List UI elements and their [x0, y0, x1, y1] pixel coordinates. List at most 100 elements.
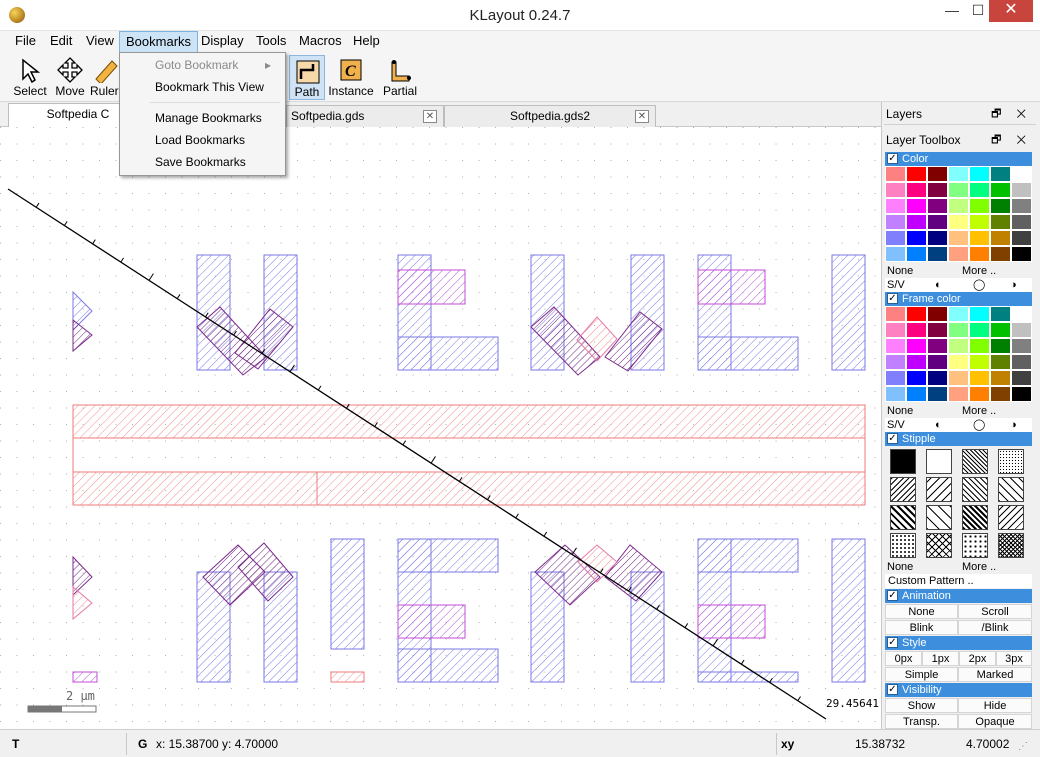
width-1px-button[interactable]: 1px [922, 651, 959, 666]
animation-scroll-button[interactable]: Scroll [958, 604, 1032, 619]
color-swatch[interactable] [948, 182, 969, 198]
stipple-dots[interactable] [998, 448, 1024, 474]
neutral-icon[interactable]: ◯ [973, 418, 985, 432]
section-checkbox[interactable]: ✓ [887, 684, 898, 695]
color-swatch[interactable] [1011, 166, 1032, 182]
save-bookmarks-item[interactable]: Save Bookmarks [155, 153, 246, 171]
color-swatch[interactable] [990, 322, 1011, 338]
color-none-button[interactable]: None [887, 264, 913, 278]
color-swatch[interactable] [1011, 182, 1032, 198]
stipple-grid-dots[interactable] [890, 532, 916, 558]
color-swatch[interactable] [1011, 306, 1032, 322]
color-swatch[interactable] [885, 338, 906, 354]
stipple-large-dots[interactable] [962, 532, 988, 558]
color-swatch[interactable] [990, 338, 1011, 354]
color-swatch[interactable] [927, 246, 948, 262]
section-checkbox[interactable]: ✓ [887, 590, 898, 601]
color-swatch[interactable] [927, 338, 948, 354]
layout-canvas[interactable]: 2 µm 29.45641 [0, 127, 881, 729]
stipple-palette[interactable] [885, 447, 1032, 559]
instance-tool-button[interactable]: C Instance [328, 55, 374, 100]
color-swatch[interactable] [1011, 338, 1032, 354]
menu-macros[interactable]: Macros [293, 31, 348, 53]
color-swatch[interactable] [990, 214, 1011, 230]
color-swatch[interactable] [1011, 386, 1032, 402]
stipple-thick-right[interactable] [890, 504, 916, 530]
color-swatch[interactable] [906, 386, 927, 402]
close-tab-icon[interactable]: ✕ [423, 110, 437, 123]
color-swatch[interactable] [969, 230, 990, 246]
color-swatch[interactable] [990, 306, 1011, 322]
color-swatch[interactable] [969, 166, 990, 182]
resize-grip-icon[interactable]: ⋰ [1018, 738, 1028, 756]
maximize-button[interactable]: ☐ [965, 0, 991, 22]
color-swatch[interactable] [1011, 230, 1032, 246]
bookmark-this-view-item[interactable]: Bookmark This View [155, 78, 264, 96]
color-swatch[interactable] [990, 354, 1011, 370]
color-swatch[interactable] [969, 338, 990, 354]
section-checkbox[interactable]: ✓ [887, 433, 898, 444]
color-swatch[interactable] [948, 246, 969, 262]
color-swatch[interactable] [885, 370, 906, 386]
color-swatch[interactable] [906, 198, 927, 214]
color-swatch[interactable] [1011, 214, 1032, 230]
color-swatch[interactable] [969, 182, 990, 198]
stipple-none-button[interactable]: None [887, 560, 913, 574]
color-swatch[interactable] [1011, 354, 1032, 370]
color-swatch[interactable] [969, 214, 990, 230]
color-swatch[interactable] [885, 306, 906, 322]
frame-more-button[interactable]: More .. [962, 404, 996, 418]
menu-help[interactable]: Help [347, 31, 386, 53]
color-swatch[interactable] [906, 370, 927, 386]
custom-pattern-button[interactable]: Custom Pattern .. [885, 574, 1032, 588]
darker-icon[interactable]: ◐ [935, 278, 942, 292]
stipple-more-button[interactable]: More .. [962, 560, 996, 574]
goto-bookmark-item[interactable]: Goto Bookmark [155, 56, 275, 74]
color-swatch[interactable] [885, 322, 906, 338]
layout-drawing[interactable]: 2 µm 29.45641 [0, 127, 881, 729]
color-swatch[interactable] [969, 354, 990, 370]
visibility-opaque-button[interactable]: Opaque [958, 714, 1032, 729]
animation-section-header[interactable]: ✓ Animation [885, 589, 1032, 603]
color-swatch[interactable] [948, 230, 969, 246]
visibility-transparent-button[interactable]: Transp. [885, 714, 958, 729]
color-swatch[interactable] [990, 230, 1011, 246]
color-swatch[interactable] [948, 338, 969, 354]
color-swatch[interactable] [969, 306, 990, 322]
color-swatch[interactable] [1011, 198, 1032, 214]
color-swatch[interactable] [969, 198, 990, 214]
color-swatch[interactable] [885, 354, 906, 370]
visibility-show-button[interactable]: Show [885, 698, 958, 713]
color-swatch[interactable] [885, 214, 906, 230]
color-swatch[interactable] [990, 386, 1011, 402]
menu-display[interactable]: Display [195, 31, 250, 53]
animation-blink-button[interactable]: Blink [885, 620, 958, 635]
menu-bookmarks[interactable]: Bookmarks [119, 31, 199, 53]
color-swatch[interactable] [927, 214, 948, 230]
color-swatch[interactable] [906, 166, 927, 182]
color-swatch[interactable] [927, 370, 948, 386]
visibility-hide-button[interactable]: Hide [958, 698, 1032, 713]
stipple-hatch-left[interactable] [890, 476, 916, 502]
color-swatch[interactable] [1011, 322, 1032, 338]
frame-color-palette[interactable] [885, 306, 1032, 402]
stipple-hatch-right[interactable] [962, 476, 988, 502]
tab-softpedia-gds[interactable]: Softpedia.gds ✕ [286, 105, 444, 127]
section-checkbox[interactable]: ✓ [887, 637, 898, 648]
stipple-very-sparse[interactable] [926, 504, 952, 530]
stipple-hollow[interactable] [926, 448, 952, 474]
frame-color-section-header[interactable]: ✓ Frame color [885, 292, 1032, 306]
color-swatch[interactable] [906, 354, 927, 370]
color-swatch[interactable] [927, 354, 948, 370]
color-swatch[interactable] [948, 386, 969, 402]
animation-inverse-blink-button[interactable]: /Blink [958, 620, 1032, 635]
move-tool-button[interactable]: Move [48, 55, 92, 100]
color-swatch[interactable] [948, 214, 969, 230]
dock-float-close-icons[interactable]: 🗗 ✕ [991, 129, 1032, 151]
stipple-hatch-left-sparse[interactable] [926, 476, 952, 502]
width-3px-button[interactable]: 3px [996, 651, 1032, 666]
color-swatch[interactable] [927, 182, 948, 198]
color-swatch[interactable] [906, 214, 927, 230]
stipple-left-med[interactable] [998, 504, 1024, 530]
color-swatch[interactable] [969, 386, 990, 402]
